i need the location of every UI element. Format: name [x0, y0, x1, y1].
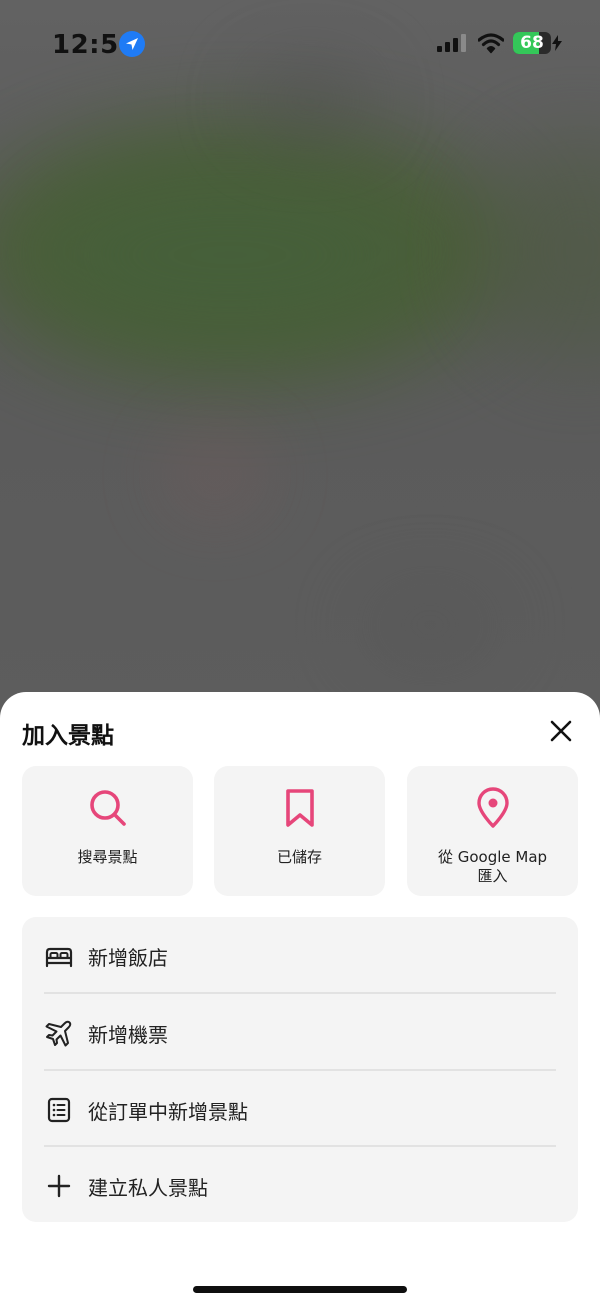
add-place-sheet: 加入景點 搜尋景點 已儲存 從 Google Map 匯入 新增飯店 新增機票 … — [0, 692, 600, 1305]
add-flight-item[interactable]: 新增機票 — [22, 994, 578, 1070]
add-from-order-item[interactable]: 從訂單中新增景點 — [22, 1071, 578, 1147]
receipt-list-icon — [47, 1097, 71, 1123]
add-from-order-label: 從訂單中新增景點 — [88, 1100, 248, 1124]
search-icon — [89, 790, 126, 826]
import-google-map-label: 從 Google Map 匯入 — [411, 848, 574, 886]
search-place-label: 搜尋景點 — [77, 848, 138, 866]
search-place-card[interactable]: 搜尋景點 — [22, 766, 193, 896]
import-google-map-label-line2: 匯入 — [477, 867, 508, 885]
quick-actions: 搜尋景點 已儲存 從 Google Map 匯入 — [22, 766, 578, 896]
wifi-icon — [477, 32, 505, 58]
battery-level: 68 — [520, 33, 544, 53]
saved-label: 已儲存 — [276, 848, 322, 866]
status-bar: 12:50 68 — [0, 0, 600, 90]
add-hotel-label: 新增飯店 — [88, 946, 168, 970]
create-private-place-label: 建立私人景點 — [88, 1176, 208, 1200]
saved-card[interactable]: 已儲存 — [214, 766, 385, 896]
bookmark-icon — [285, 789, 314, 827]
map-pin-icon — [476, 787, 509, 828]
close-button[interactable] — [544, 714, 578, 748]
cellular-signal-icon — [437, 34, 467, 52]
charging-bolt-icon — [552, 35, 562, 51]
add-options-list: 新增飯店 新增機票 從訂單中新增景點 建立私人景點 — [22, 917, 578, 1222]
close-icon — [550, 720, 572, 742]
airplane-icon — [45, 1020, 72, 1047]
create-private-place-item[interactable]: 建立私人景點 — [22, 1147, 578, 1223]
location-arrow-icon — [119, 31, 145, 57]
sheet-title: 加入景點 — [22, 723, 114, 749]
blurred-map-background — [0, 0, 600, 720]
add-flight-label: 新增機票 — [88, 1023, 168, 1047]
battery-icon: 68 — [513, 32, 562, 54]
add-hotel-item[interactable]: 新增飯店 — [22, 917, 578, 993]
bed-icon — [45, 947, 73, 968]
import-google-map-card[interactable]: 從 Google Map 匯入 — [407, 766, 578, 896]
import-google-map-label-line1: 從 Google Map — [437, 848, 548, 866]
home-indicator[interactable] — [193, 1286, 407, 1293]
plus-icon — [47, 1174, 71, 1198]
